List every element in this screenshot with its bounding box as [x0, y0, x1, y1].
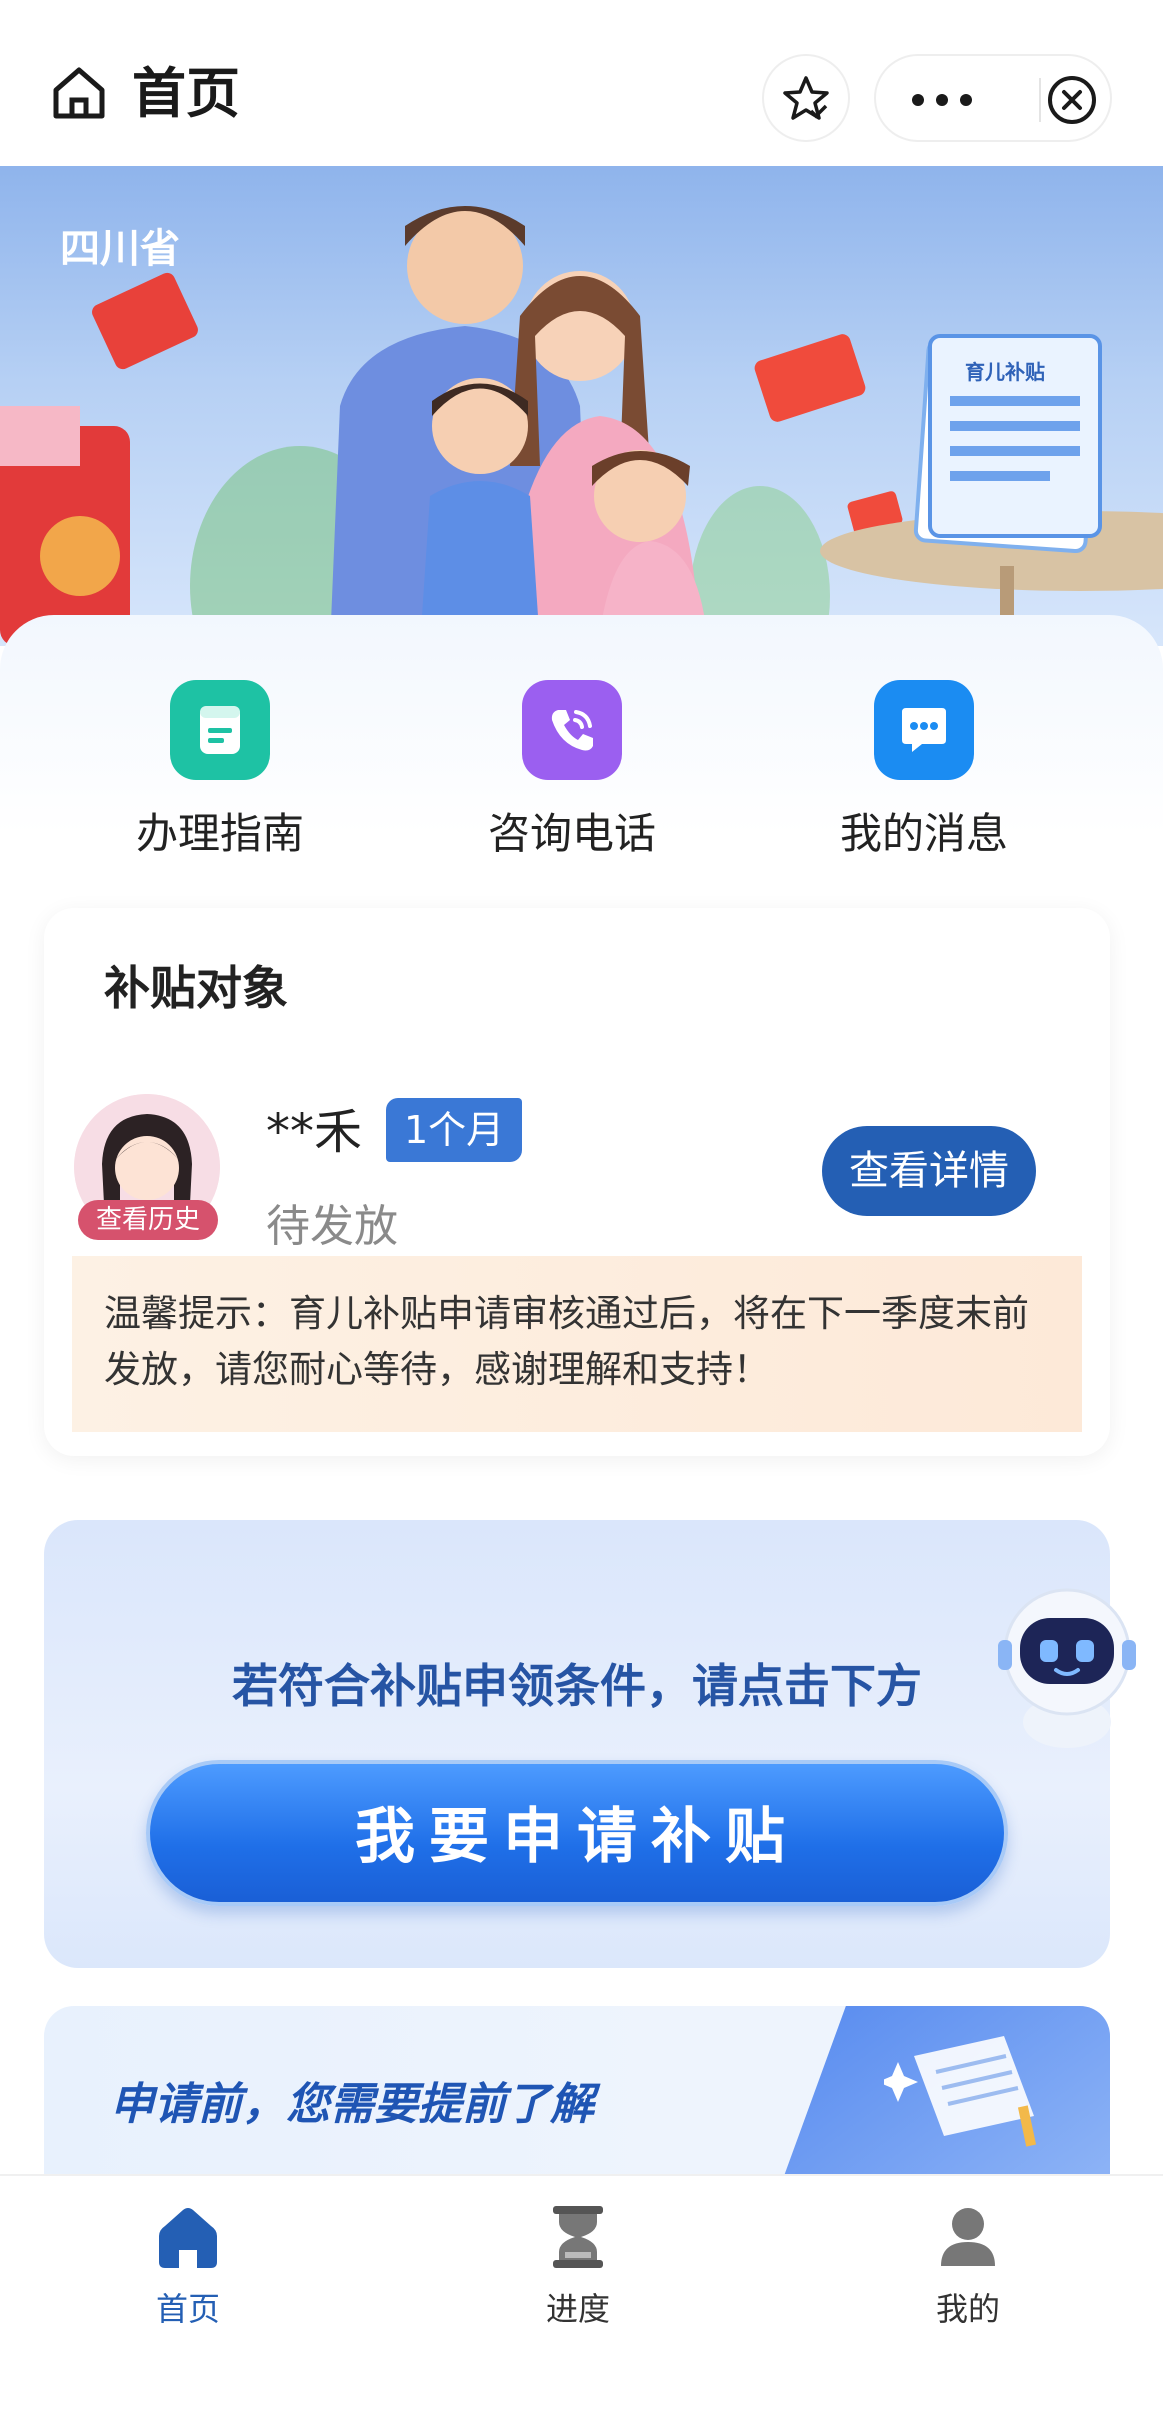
star-icon [783, 76, 829, 120]
quick-action-messages[interactable]: 我的消息 [774, 680, 1074, 861]
tab-home[interactable]: 首页 [88, 2202, 288, 2330]
tab-progress[interactable]: 进度 [478, 2202, 678, 2330]
quick-action-guide[interactable]: 办理指南 [70, 680, 370, 861]
apply-prompt: 若符合补贴申领条件，请点击下方 [232, 1659, 922, 1713]
quick-action-label: 办理指南 [135, 809, 304, 858]
more-options-icon[interactable] [912, 85, 972, 115]
tab-label: 首页 [155, 2290, 220, 2328]
apply-subsidy-button[interactable]: 我要申请补贴 [146, 1760, 1008, 1906]
section-title: 补贴对象 [104, 961, 288, 1015]
hero-banner: 四川省 育儿补贴 [0, 166, 1163, 646]
age-badge: 1个月 [386, 1098, 523, 1162]
apply-section: 若符合补贴申领条件，请点击下方 我要申请补贴 [44, 1520, 1110, 1968]
close-icon[interactable] [1024, 74, 1096, 126]
home-icon[interactable] [48, 62, 110, 124]
quick-action-label: 咨询电话 [487, 809, 656, 858]
payment-status: 待发放 [266, 1201, 398, 1252]
pre-apply-banner[interactable]: 申请前，您需要提前了解 [44, 2006, 1110, 2176]
message-icon [874, 680, 974, 780]
mini-program-capsule [874, 54, 1112, 142]
top-nav-bar: 首页 [0, 0, 1163, 166]
home-icon [153, 2202, 223, 2272]
tab-label: 我的 [935, 2290, 1000, 2328]
tab-mine[interactable]: 我的 [868, 2202, 1068, 2330]
favorite-button[interactable] [762, 54, 850, 142]
tab-label: 进度 [545, 2290, 610, 2328]
hero-document-label: 育儿补贴 [965, 360, 1045, 384]
notice-banner: 温馨提示：育儿补贴申请审核通过后，将在下一季度末前发放，请您耐心等待，感谢理解和… [72, 1256, 1082, 1432]
guide-icon [170, 680, 270, 780]
pre-apply-title: 申请前，您需要提前了解 [110, 2079, 594, 2130]
province-label: 四川省 [60, 226, 180, 272]
page-title: 首页 [132, 62, 240, 125]
user-icon [933, 2202, 1003, 2272]
subsidy-recipient-card: 补贴对象 查看历史 **禾 1个月 待发放 查看详情 温馨提示：育儿补贴申请审核… [44, 908, 1110, 1456]
view-history-badge[interactable]: 查看历史 [78, 1200, 218, 1240]
child-name: **禾 [266, 1104, 363, 1160]
document-pen-icon [884, 2036, 1037, 2147]
quick-action-phone[interactable]: 咨询电话 [422, 680, 722, 861]
phone-icon [522, 680, 622, 780]
bottom-tab-bar: 首页 进度 我的 [0, 2174, 1163, 2424]
quick-action-label: 我的消息 [839, 809, 1008, 858]
hourglass-icon [543, 2202, 613, 2272]
robot-assistant-icon[interactable] [992, 1582, 1142, 1752]
view-details-button[interactable]: 查看详情 [822, 1126, 1036, 1216]
